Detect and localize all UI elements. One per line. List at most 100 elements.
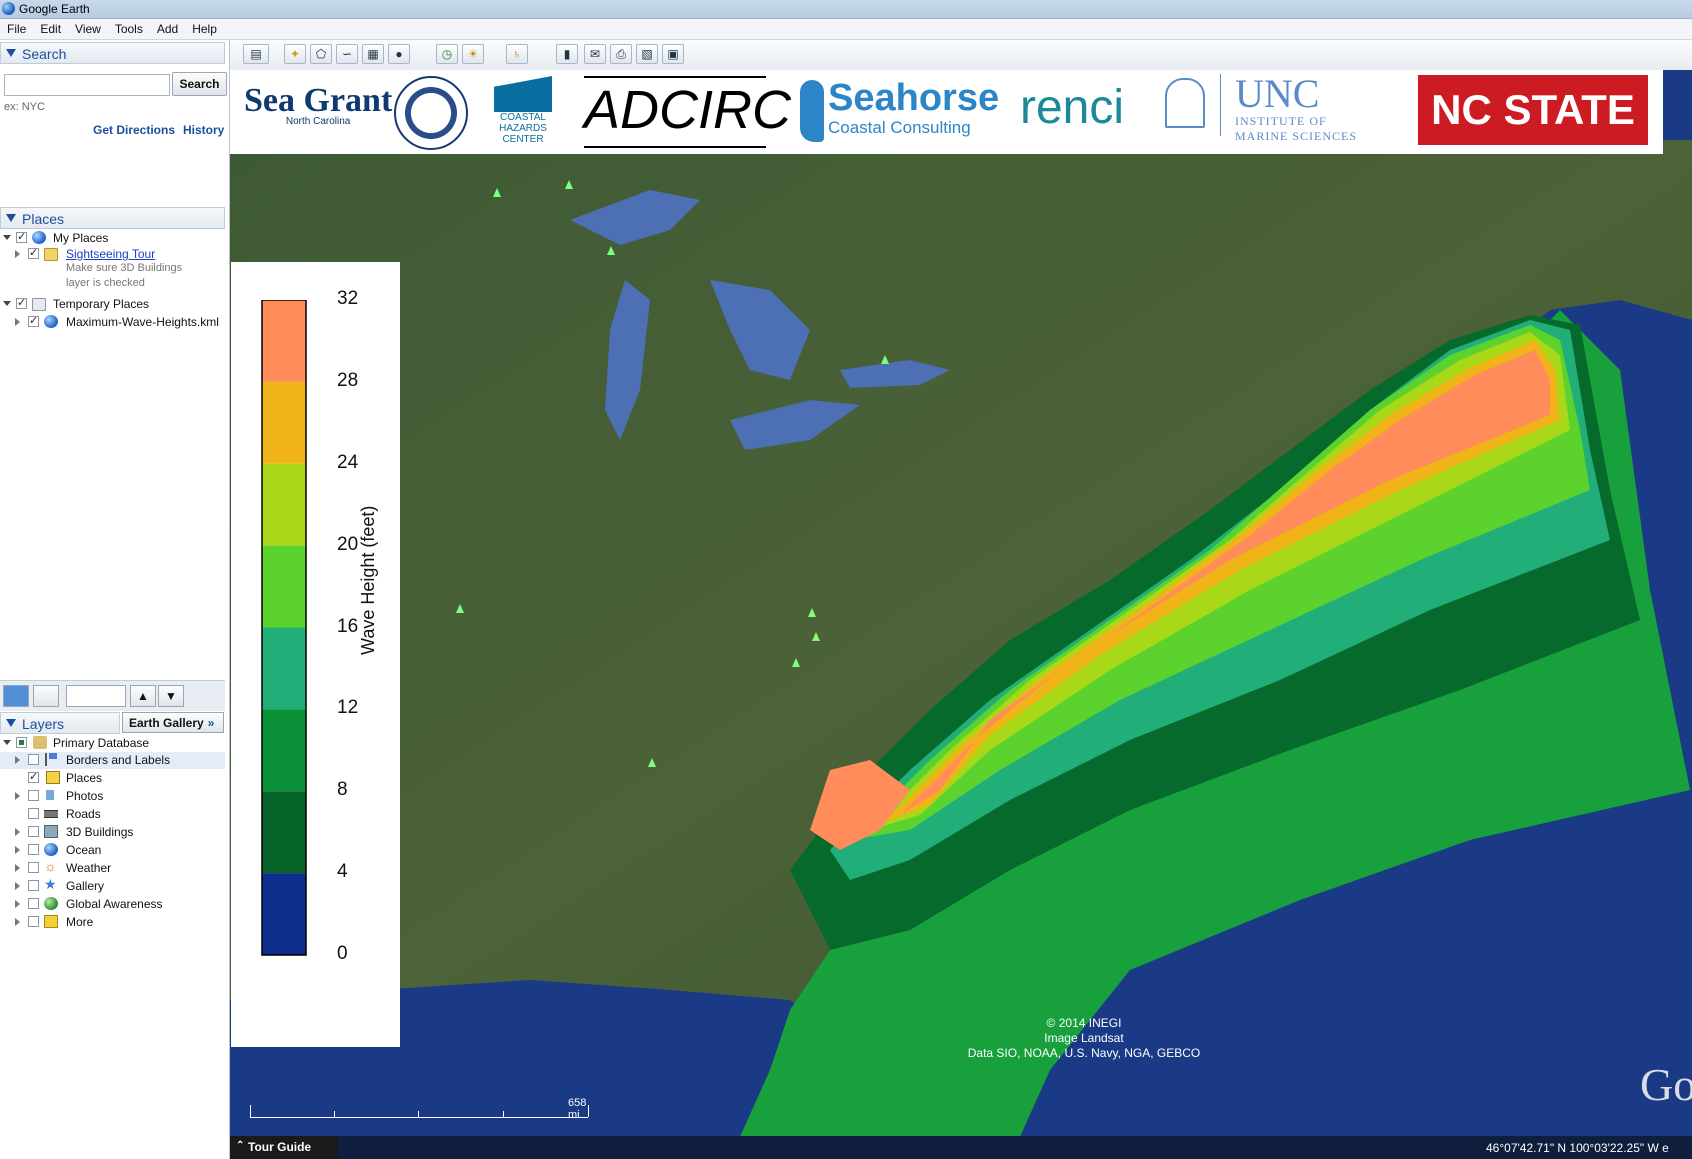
- menu-file[interactable]: File: [0, 19, 33, 36]
- menu-tools[interactable]: Tools: [108, 19, 150, 36]
- sunlight-icon[interactable]: ☀: [462, 44, 484, 64]
- legend-color-segment: [262, 463, 306, 546]
- layers-panel-header[interactable]: Layers: [0, 712, 120, 734]
- ruler-icon[interactable]: ▮: [556, 44, 578, 64]
- historical-imagery-icon[interactable]: ◷: [436, 44, 458, 64]
- layer-3d-buildings[interactable]: 3D Buildings: [0, 824, 225, 841]
- checkbox[interactable]: [28, 862, 39, 873]
- earth-3d-view[interactable]: © 2014 INEGI Image Landsat Data SIO, NOA…: [230, 70, 1692, 1159]
- record-tour-icon[interactable]: ●: [388, 44, 410, 64]
- search-places-icon[interactable]: [3, 685, 29, 707]
- move-up-icon[interactable]: ▲: [130, 685, 156, 707]
- layer-global-awareness[interactable]: Global Awareness: [0, 896, 225, 913]
- placemark-marker[interactable]: [456, 604, 464, 613]
- checkbox[interactable]: [28, 880, 39, 891]
- expand-arrow-icon[interactable]: [3, 235, 11, 240]
- placemark-marker[interactable]: [792, 658, 800, 667]
- legend-color-segment: [262, 709, 306, 792]
- expand-arrow-icon[interactable]: [15, 318, 20, 326]
- chevron-right-icon: »: [207, 716, 215, 730]
- expand-arrow-icon[interactable]: [15, 846, 20, 854]
- menu-edit[interactable]: Edit: [33, 19, 68, 36]
- move-down-icon[interactable]: ▼: [158, 685, 184, 707]
- panel-toggle-icon[interactable]: [33, 685, 59, 707]
- expand-arrow-icon[interactable]: [15, 828, 20, 836]
- path-icon[interactable]: ∽: [336, 44, 358, 64]
- earth-gallery-button[interactable]: Earth Gallery»: [122, 712, 224, 733]
- expand-arrow-icon[interactable]: [15, 882, 20, 890]
- globe-icon: [32, 231, 46, 244]
- tree-item-sightseeing-tour[interactable]: Sightseeing Tour Make sure 3D Buildings …: [0, 246, 225, 298]
- email-icon[interactable]: ✉: [584, 44, 606, 64]
- sightseeing-tour-link[interactable]: Sightseeing Tour: [66, 247, 155, 261]
- checkbox[interactable]: [28, 246, 39, 259]
- checkbox[interactable]: [28, 314, 39, 327]
- placemark-marker[interactable]: [648, 758, 656, 767]
- search-button[interactable]: Search: [172, 72, 227, 96]
- planets-icon[interactable]: ♄: [506, 44, 528, 64]
- layer-places[interactable]: Places: [0, 770, 225, 787]
- checkbox[interactable]: [16, 737, 27, 748]
- places-filter-input[interactable]: [66, 685, 126, 707]
- placemark-marker[interactable]: [881, 355, 889, 364]
- placemark-icon[interactable]: ✦: [284, 44, 306, 64]
- checkbox[interactable]: [28, 790, 39, 801]
- placemark-marker[interactable]: [808, 608, 816, 617]
- image-overlay-icon[interactable]: ▦: [362, 44, 384, 64]
- tree-item-kml[interactable]: Maximum-Wave-Heights.kml: [0, 314, 225, 331]
- search-input[interactable]: [4, 74, 170, 96]
- get-directions-link[interactable]: Get Directions: [93, 123, 175, 137]
- layer-more[interactable]: More: [0, 914, 225, 931]
- menu-add[interactable]: Add: [150, 19, 185, 36]
- layer-photos[interactable]: Photos: [0, 788, 225, 805]
- tree-item-my-places[interactable]: My Places: [0, 230, 225, 247]
- checkbox[interactable]: [28, 916, 39, 927]
- expand-arrow-icon[interactable]: [3, 301, 11, 306]
- layer-gallery[interactable]: ★ Gallery: [0, 876, 225, 895]
- checkbox[interactable]: [28, 898, 39, 909]
- checkbox[interactable]: [28, 844, 39, 855]
- unc-ims-logo: UNC INSTITUTE OF MARINE SCIENCES: [1235, 74, 1357, 144]
- menu-help[interactable]: Help: [185, 19, 224, 36]
- expand-arrow-icon[interactable]: [15, 864, 20, 872]
- checkbox[interactable]: [28, 826, 39, 837]
- placemark-marker[interactable]: [493, 188, 501, 197]
- history-link[interactable]: History: [183, 123, 224, 137]
- expand-arrow-icon[interactable]: [15, 900, 20, 908]
- checkbox[interactable]: [28, 770, 39, 783]
- polygon-icon[interactable]: ⬠: [310, 44, 332, 64]
- checkbox[interactable]: [16, 296, 27, 309]
- layer-borders-and-labels[interactable]: Borders and Labels: [0, 752, 225, 769]
- checkbox[interactable]: [16, 230, 27, 243]
- tour-guide-button[interactable]: ⌃ Tour Guide: [230, 1136, 338, 1159]
- expand-arrow-icon[interactable]: [15, 756, 20, 764]
- adcirc-logo: ADCIRC: [584, 76, 791, 148]
- expand-arrow-icon[interactable]: [15, 792, 20, 800]
- save-image-icon[interactable]: ▣: [662, 44, 684, 64]
- tree-item-temporary-places[interactable]: Temporary Places: [0, 296, 225, 313]
- placemark-marker[interactable]: [812, 632, 820, 641]
- star-icon: ★: [44, 876, 57, 892]
- seahorse-logo: Seahorse Coastal Consulting: [828, 78, 999, 138]
- maps-icon[interactable]: ▧: [636, 44, 658, 64]
- title-bar: Google Earth: [0, 0, 1692, 19]
- layer-roads[interactable]: Roads: [0, 806, 225, 823]
- sidebar-toggle-icon[interactable]: ▤: [243, 44, 269, 64]
- legend-color-segment: [262, 381, 306, 464]
- search-panel-header[interactable]: Search: [0, 42, 225, 64]
- print-icon[interactable]: ⎙: [610, 44, 632, 64]
- layer-primary-database[interactable]: Primary Database: [0, 735, 225, 752]
- layer-weather[interactable]: ☼ Weather: [0, 859, 225, 877]
- placemark-marker[interactable]: [565, 180, 573, 189]
- layer-label: Ocean: [66, 843, 102, 857]
- placemark-marker[interactable]: [607, 246, 615, 255]
- places-panel-header[interactable]: Places: [0, 207, 225, 229]
- checkbox[interactable]: [28, 808, 39, 819]
- layer-ocean[interactable]: Ocean: [0, 842, 225, 859]
- sea-grant-title: Sea Grant: [244, 82, 393, 119]
- expand-arrow-icon[interactable]: [15, 918, 20, 926]
- checkbox[interactable]: [28, 754, 39, 765]
- menu-view[interactable]: View: [68, 19, 108, 36]
- expand-arrow-icon[interactable]: [15, 250, 20, 258]
- expand-arrow-icon[interactable]: [3, 740, 11, 745]
